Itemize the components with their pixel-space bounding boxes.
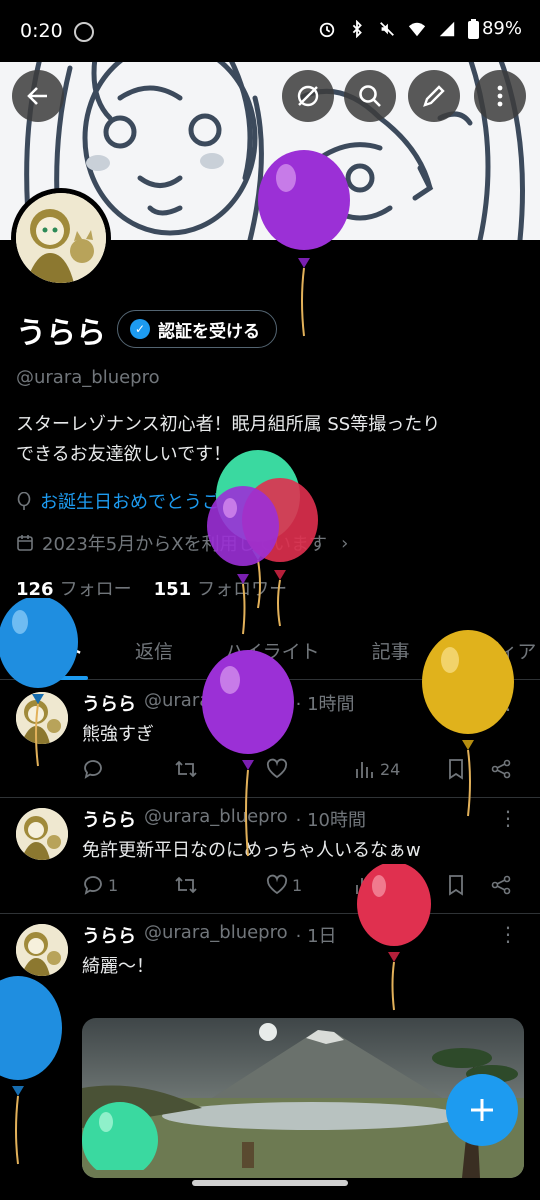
edit-icon: [423, 85, 445, 107]
post-author-name[interactable]: うらら: [82, 922, 136, 948]
share-icon: [491, 875, 511, 895]
share-button[interactable]: [490, 874, 512, 896]
balloon-icon: [0, 976, 62, 1165]
chevron-right-icon: ›: [341, 532, 349, 554]
profile-handle: @urara_bluepro: [16, 367, 160, 388]
battery-icon: [467, 18, 479, 39]
post-header: うらら @urara_bluepro · 1日: [82, 922, 337, 948]
tab-replies[interactable]: 返信: [109, 620, 199, 680]
avatar-thumb: [16, 924, 68, 976]
views-count: 24: [380, 759, 401, 779]
back-button[interactable]: [12, 70, 64, 122]
alarm-icon: [319, 22, 335, 37]
bookmark-button[interactable]: [446, 874, 466, 896]
get-verified-label: 認証を受ける: [158, 321, 260, 342]
balloon-icon: [0, 598, 78, 767]
reply-icon: [84, 760, 102, 779]
post-time[interactable]: · 10時間: [296, 806, 366, 832]
avatar-thumb: [16, 808, 68, 860]
post-text: 綺麗〜！: [82, 956, 154, 977]
balloon-icon: [17, 492, 31, 510]
reply-button[interactable]: [82, 758, 108, 780]
bio-line-1: スターレゾナンス初心者！眠月組所属 SS等撮ったり: [16, 414, 441, 435]
get-verified-button[interactable]: ✓ 認証を受ける: [117, 310, 277, 348]
profile-name: うらら: [16, 316, 106, 351]
views-button[interactable]: 24: [354, 758, 400, 780]
following-label: フォロー: [59, 579, 132, 600]
search-icon: [359, 85, 381, 107]
post-author-name[interactable]: うらら: [82, 690, 136, 716]
more-vert-icon: [497, 85, 503, 107]
heart-icon: [266, 874, 288, 895]
hide-button[interactable]: [282, 70, 334, 122]
post-time[interactable]: · 1日: [296, 922, 337, 948]
post-actions: 1 1 58: [82, 874, 522, 904]
battery-level: 89%: [481, 18, 522, 39]
like-button[interactable]: 1: [266, 874, 302, 896]
post-author-name[interactable]: うらら: [82, 806, 136, 832]
compose-post-button[interactable]: [446, 1074, 518, 1146]
bluetooth-icon: [352, 19, 362, 38]
avatar-illustration: [16, 193, 106, 283]
repost-button[interactable]: [174, 874, 202, 896]
verified-badge-icon: ✓: [130, 319, 150, 339]
reply-icon: [84, 876, 102, 895]
following-count: 126: [16, 579, 54, 600]
status-bar: 0:20 89%: [0, 0, 540, 62]
bookmark-icon: [449, 875, 463, 896]
balloon-icon: [82, 1102, 158, 1170]
repost-icon: [175, 876, 197, 894]
post-author-handle: @urara_bluepro: [144, 922, 288, 943]
status-icons: 89%: [318, 18, 522, 39]
post-more-icon[interactable]: ⋮: [498, 922, 518, 946]
wifi-icon: [408, 22, 426, 36]
balloon-icon: [357, 864, 431, 1011]
post-avatar[interactable]: [16, 808, 68, 860]
more-options-button[interactable]: [474, 70, 526, 122]
calendar-icon: [17, 535, 33, 551]
balloon-icon: [422, 630, 514, 817]
post-text: 熊強すぎ: [82, 724, 154, 745]
followers-count: 151: [153, 579, 192, 600]
edit-button[interactable]: [408, 70, 460, 122]
back-arrow-icon: [27, 87, 47, 105]
balloon-icon: [258, 150, 350, 337]
balloon-icon: [207, 486, 279, 635]
app-notification-icon: [74, 22, 94, 42]
status-time: 0:20: [20, 20, 63, 42]
mute-icon: [380, 21, 394, 36]
like-count: 1: [292, 875, 303, 895]
repost-icon: [175, 760, 197, 778]
reply-button[interactable]: 1: [82, 874, 118, 896]
gesture-nav-bar[interactable]: [192, 1180, 348, 1186]
post-avatar[interactable]: [16, 924, 68, 976]
profile-avatar[interactable]: [11, 188, 111, 288]
views-icon: [356, 762, 373, 778]
post-time[interactable]: · 1時間: [296, 690, 355, 716]
balloon-icon: [202, 650, 294, 857]
repost-button[interactable]: [174, 758, 202, 780]
reply-count: 1: [108, 875, 119, 895]
signal-icon: [439, 21, 455, 36]
search-button[interactable]: [344, 70, 396, 122]
plus-icon: [471, 1099, 493, 1121]
hide-icon: [297, 85, 319, 107]
